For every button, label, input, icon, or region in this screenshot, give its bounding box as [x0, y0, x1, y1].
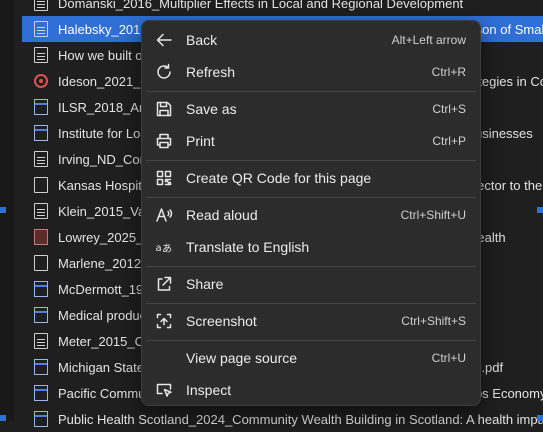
- window-icon: [34, 125, 48, 141]
- screenshot-icon: [154, 311, 174, 331]
- menu-item-label: View page source: [186, 350, 298, 366]
- selection-handle-bottom-left[interactable]: [0, 415, 6, 421]
- window-icon: [34, 281, 48, 297]
- menu-item-label: Translate to English: [186, 239, 310, 255]
- menu-item-label: Share: [186, 276, 224, 292]
- inspect-menu-item[interactable]: Inspect: [146, 375, 476, 405]
- doc-icon: [34, 47, 48, 63]
- menu-item-shortcut: Alt+Left arrow: [391, 33, 466, 47]
- doc-icon: [34, 203, 48, 219]
- menu-item-label: Print: [186, 133, 215, 149]
- file-name: Domanski_2016_Multiplier Effects in Loca…: [58, 0, 464, 11]
- translate-icon: aあ: [154, 237, 174, 257]
- svg-text:あ: あ: [162, 243, 172, 255]
- doc-icon: [34, 333, 48, 349]
- window-icon: [34, 99, 48, 115]
- menu-separator: [146, 197, 476, 198]
- selection-handle-right[interactable]: [537, 207, 543, 213]
- save-as-menu-item[interactable]: Save as Ctrl+S: [146, 94, 476, 124]
- file-row[interactable]: Domanski_2016_Multiplier Effects in Loca…: [22, 0, 543, 16]
- menu-item-label: Read aloud: [186, 207, 258, 223]
- print-menu-item[interactable]: Print Ctrl+P: [146, 126, 476, 156]
- doc-icon: [34, 21, 48, 37]
- inspect-icon: [154, 380, 174, 400]
- menu-separator: [146, 303, 476, 304]
- pdf-icon: [34, 229, 48, 245]
- menu-item-shortcut: Ctrl+Shift+S: [401, 314, 466, 328]
- menu-item-label: Screenshot: [186, 313, 257, 329]
- menu-item-shortcut: Ctrl+S: [432, 102, 466, 116]
- back-menu-item[interactable]: Back Alt+Left arrow: [146, 25, 476, 55]
- menu-separator: [146, 160, 476, 161]
- menu-item-shortcut: Ctrl+Shift+U: [400, 208, 466, 222]
- screenshot-menu-item[interactable]: Screenshot Ctrl+Shift+S: [146, 306, 476, 336]
- window-icon: [34, 307, 48, 323]
- refresh-menu-item[interactable]: Refresh Ctrl+R: [146, 57, 476, 87]
- page-icon: [34, 177, 48, 193]
- read-aloud-menu-item[interactable]: Read aloud Ctrl+Shift+U: [146, 200, 476, 230]
- window-icon: [34, 385, 48, 401]
- qr-code-icon: [154, 168, 174, 188]
- window-icon: [34, 359, 48, 375]
- share-icon: [154, 274, 174, 294]
- doc-icon: [34, 151, 48, 167]
- doc-icon: [34, 0, 48, 11]
- menu-item-label: Inspect: [186, 382, 232, 398]
- menu-item-label: Save as: [186, 101, 237, 117]
- save-icon: [154, 99, 174, 119]
- svg-text:a: a: [156, 243, 162, 254]
- menu-item-shortcut: Ctrl+U: [431, 351, 466, 365]
- menu-item-label: Refresh: [186, 64, 236, 80]
- menu-separator: [146, 266, 476, 267]
- view-page-source-menu-item[interactable]: View page source Ctrl+U: [146, 343, 476, 373]
- page-icon: [34, 255, 48, 271]
- blank-icon: [154, 348, 174, 368]
- radio-icon: [34, 74, 48, 88]
- context-menu: Back Alt+Left arrow Refresh Ctrl+R Save as Ct…: [141, 20, 481, 406]
- menu-separator: [146, 340, 476, 341]
- selection-handle-left[interactable]: [0, 207, 6, 213]
- translate-menu-item[interactable]: a あ Translate to English: [146, 232, 476, 262]
- file-row[interactable]: Public Health Scotland_2024_Community We…: [22, 406, 543, 432]
- print-icon: [154, 131, 174, 151]
- back-arrow-icon: [154, 30, 174, 50]
- menu-item-label: Back: [186, 32, 218, 48]
- window-icon: [34, 411, 48, 427]
- read-aloud-icon: [154, 205, 174, 225]
- create-qr-code-menu-item[interactable]: Create QR Code for this page: [146, 163, 476, 193]
- menu-item-label: Create QR Code for this page: [186, 170, 372, 186]
- menu-item-shortcut: Ctrl+R: [431, 65, 466, 79]
- menu-item-shortcut: Ctrl+P: [432, 134, 466, 148]
- share-menu-item[interactable]: Share: [146, 269, 476, 299]
- refresh-icon: [154, 62, 174, 82]
- file-name: Public Health Scotland_2024_Community We…: [58, 411, 543, 427]
- menu-separator: [146, 91, 476, 92]
- selection-handle-bottom-right[interactable]: [537, 415, 543, 421]
